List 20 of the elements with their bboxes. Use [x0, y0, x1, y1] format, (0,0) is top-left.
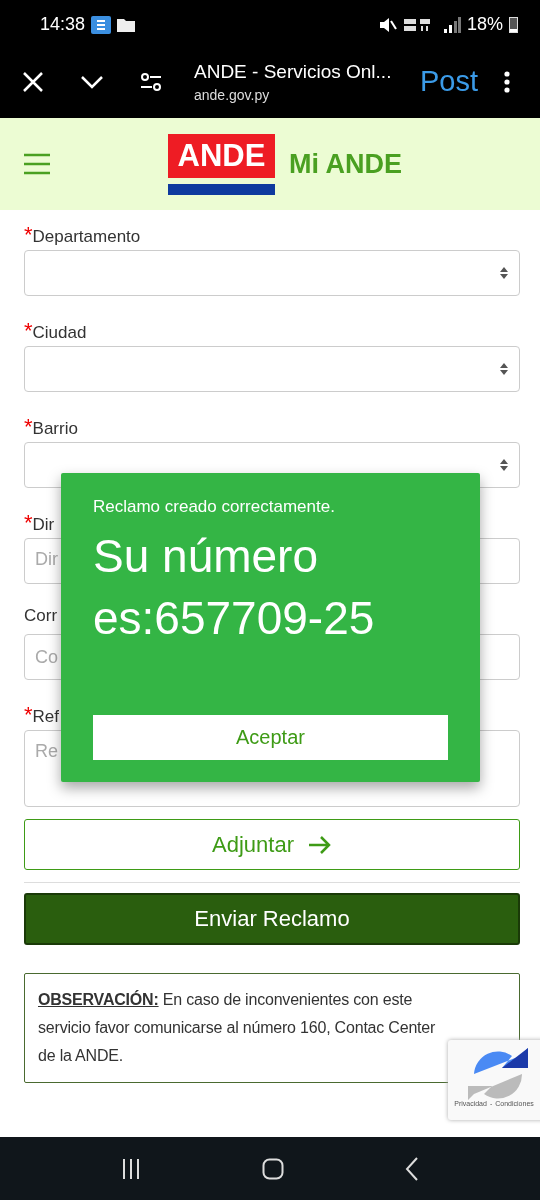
field-label: Barrio — [32, 419, 78, 439]
page-title: ANDE - Servicios Onl... — [194, 60, 393, 83]
battery-percent: 18% — [466, 14, 503, 35]
required-mark: * — [24, 510, 33, 536]
required-mark: * — [24, 414, 33, 440]
required-mark: * — [24, 702, 33, 728]
field-label: Corr — [24, 606, 58, 626]
field-label: Ref — [32, 707, 60, 727]
logo-text: ANDE — [168, 133, 275, 178]
status-time: 14:38 — [40, 14, 86, 35]
claim-number: Su número es:657709-25 — [93, 529, 376, 646]
required-mark: * — [24, 318, 33, 344]
field-label: Ciudad — [32, 323, 87, 343]
site-title: Mi ANDE — [289, 148, 402, 180]
required-mark: * — [24, 222, 33, 248]
notice-text: OBSERVACIÓN: En caso de inconvenientes con este servicio favor comunicarse al número 160, Contac Center de la ANDE. — [38, 989, 437, 1066]
field-label: Dir — [32, 515, 55, 535]
page-url: ande.gov.py — [194, 86, 271, 103]
dialog-message: Reclamo creado correctamente. — [93, 497, 336, 517]
field-label: Departamento — [32, 227, 141, 247]
